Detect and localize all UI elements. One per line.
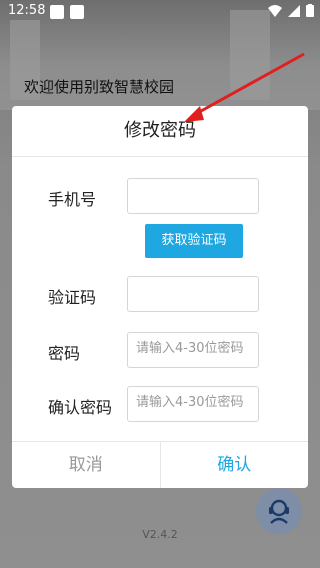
code-label: 验证码 (48, 288, 97, 307)
wifi-icon (268, 4, 282, 17)
status-time: 12:58 (8, 3, 46, 18)
headset-icon (269, 499, 289, 524)
get-code-button[interactable]: 获取验证码 (145, 224, 243, 258)
confirm-password-input[interactable]: 请输入4-30位密码 (127, 386, 259, 422)
notification-icon (70, 5, 84, 19)
password-label: 密码 (48, 344, 81, 363)
cancel-button[interactable]: 取消 (12, 442, 161, 488)
annotation-arrow-icon (184, 52, 305, 122)
version-text: V2.4.2 (142, 528, 178, 541)
code-input[interactable] (127, 276, 259, 312)
battery-icon (306, 4, 314, 17)
phone-input[interactable] (127, 178, 259, 214)
status-bar: 12:58 (0, 0, 320, 24)
password-input[interactable]: 请输入4-30位密码 (127, 332, 259, 368)
change-password-dialog: 修改密码 手机号 获取验证码 验证码 密码 请输入4-30位密码 确认密码 请输… (12, 106, 308, 488)
notification-icon (50, 5, 64, 19)
dialog-footer: 取消 确认 (12, 441, 308, 488)
phone-label: 手机号 (48, 190, 97, 209)
welcome-text: 欢迎使用别致智慧校园 (24, 78, 175, 96)
confirm-button[interactable]: 确认 (161, 442, 309, 488)
signal-icon (288, 4, 300, 17)
confirm-password-label: 确认密码 (48, 398, 113, 417)
